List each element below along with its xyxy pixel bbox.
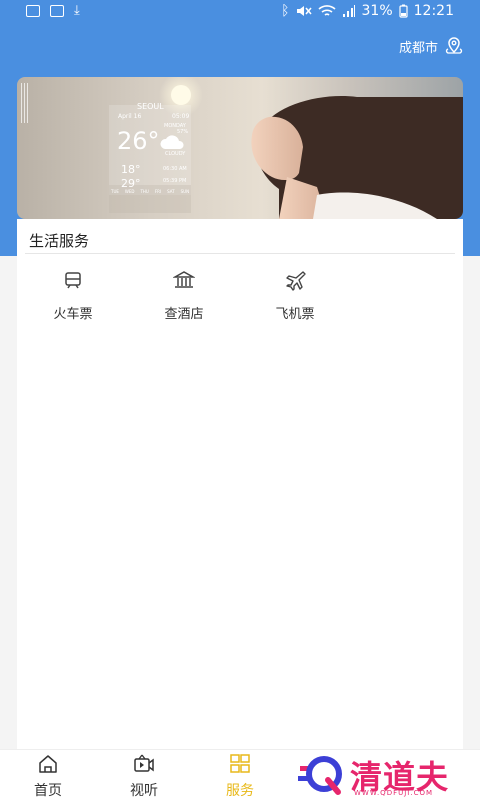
nav-home[interactable]: 首页 [8, 753, 88, 800]
banner-date: April 16 [118, 113, 142, 120]
forecast-day: FRI [154, 189, 162, 194]
status-time: 12:21 [413, 3, 454, 19]
forecast-day: SAT [167, 189, 175, 194]
forecast-day: SUN [180, 189, 190, 194]
watermark-url: WWW.QDFUJI.COM [354, 789, 434, 797]
banner-date-short: 05:09 [172, 113, 190, 120]
battery-icon [399, 4, 408, 18]
airplane-icon [286, 271, 306, 291]
forecast-day: WED [124, 189, 135, 194]
watermark-logo: 清道夫 WWW.QDFUJI.COM [298, 752, 468, 798]
grid-icon [230, 754, 250, 773]
status-bar: ⤓ ᛒ 31% 12:21 [0, 0, 480, 24]
services-divider [25, 253, 455, 254]
nav-label: 视听 [130, 783, 158, 799]
service-label: 飞机票 [275, 307, 315, 322]
banner-condition: CLOUDY [165, 151, 186, 157]
bluetooth-icon: ᛒ [281, 3, 290, 19]
mute-icon [296, 6, 312, 16]
cloud-icon [160, 135, 184, 149]
service-label: 查酒店 [164, 307, 204, 322]
banner-carousel[interactable]: SEOUL April 16 05:09 MONDAY 57% 26° CLOU… [17, 77, 463, 219]
banner-sunset: 05:39 PM [163, 178, 187, 184]
banner-temperature: 26° [117, 127, 160, 155]
status-left: ⤓ [26, 4, 80, 18]
location-selector[interactable]: 成都市 [399, 36, 464, 56]
forecast-day: TUE [111, 189, 119, 194]
banner-forecast: TUE WED THU FRI SAT SUN [111, 189, 189, 194]
forecast-day: THU [140, 189, 149, 194]
service-hotel[interactable]: 查酒店 [139, 269, 229, 322]
activity-icon [50, 5, 64, 17]
service-train[interactable]: 火车票 [28, 269, 118, 322]
signal-icon [342, 5, 355, 17]
nav-label: 服务 [226, 783, 254, 799]
service-label: 火车票 [53, 307, 93, 322]
service-flight[interactable]: 飞机票 [250, 269, 340, 322]
services-title: 生活服务 [29, 232, 90, 250]
services-card: 生活服务 火车票 查酒店 飞机票 [17, 219, 463, 749]
nav-label: 首页 [34, 783, 62, 799]
nav-services[interactable]: 服务 [200, 753, 280, 800]
banner-city: SEOUL [137, 102, 164, 111]
hotel-icon [173, 271, 195, 288]
image-icon [26, 5, 40, 17]
banner-sunrise: 06:30 AM [163, 166, 187, 172]
wifi-icon [317, 5, 336, 16]
banner-low: 18° [121, 163, 141, 176]
train-icon [65, 272, 81, 289]
location-label: 成都市 [398, 40, 438, 56]
watermark-q-icon [298, 756, 342, 795]
battery-percent: 31% [361, 3, 393, 19]
nav-media[interactable]: 视听 [104, 753, 184, 800]
download-icon: ⤓ [74, 3, 80, 18]
video-icon [134, 754, 154, 772]
banner-image [21, 77, 463, 219]
map-pin-icon [445, 37, 463, 54]
status-right: ᛒ 31% 12:21 [281, 3, 454, 19]
home-icon [39, 755, 57, 773]
